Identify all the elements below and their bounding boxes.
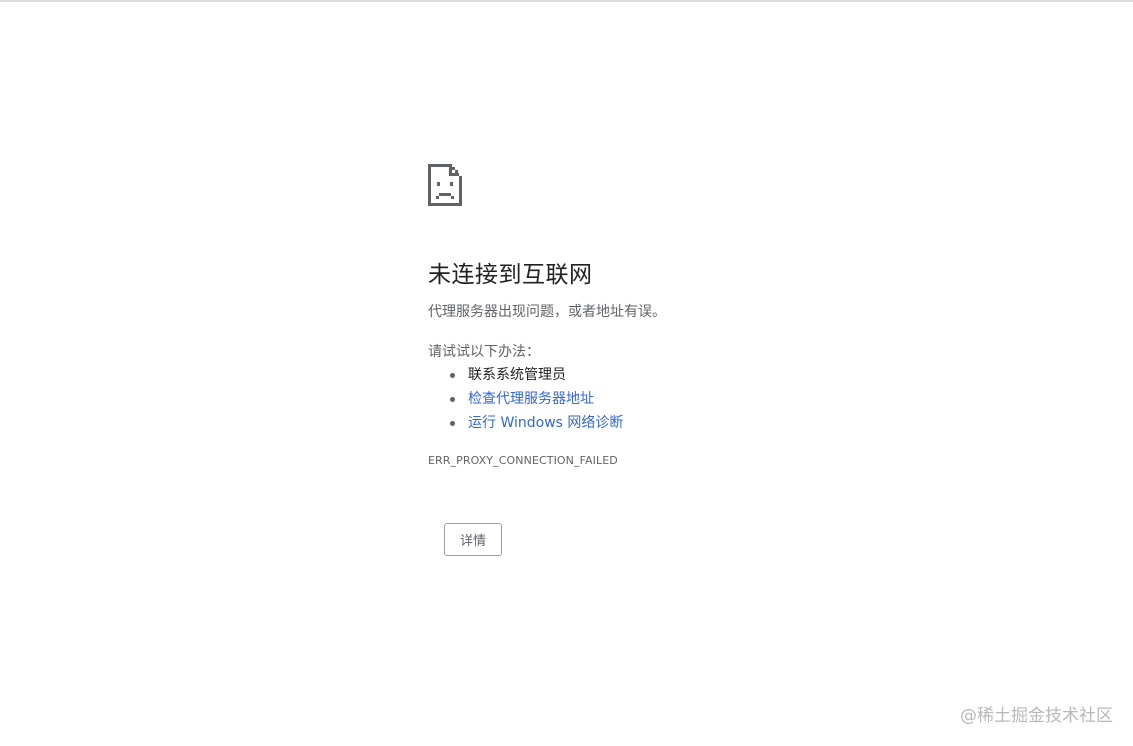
suggestion-item: 联系系统管理员 [428,363,623,387]
error-code: ERR_PROXY_CONNECTION_FAILED [428,454,618,467]
watermark: @稀土掘金技术社区 [960,706,1113,726]
check-proxy-link[interactable]: 检查代理服务器地址 [468,391,594,407]
suggestions-list: 联系系统管理员 检查代理服务器地址 运行 Windows 网络诊断 [428,363,623,435]
details-button[interactable]: 详情 [444,523,502,556]
bullet-icon [450,373,455,378]
suggestion-item: 检查代理服务器地址 [428,387,623,411]
page-title: 未连接到互联网 [428,262,593,288]
error-description: 代理服务器出现问题，或者地址有误。 [428,304,666,320]
top-border [0,0,1133,2]
sad-page-icon [428,164,462,206]
suggestion-contact-admin: 联系系统管理员 [468,367,566,383]
bullet-icon [450,397,455,402]
windows-diagnostics-link[interactable]: 运行 Windows 网络诊断 [468,415,623,431]
suggestion-item: 运行 Windows 网络诊断 [428,411,623,435]
suggestions-heading: 请试试以下办法： [428,344,540,360]
bullet-icon [450,421,455,426]
